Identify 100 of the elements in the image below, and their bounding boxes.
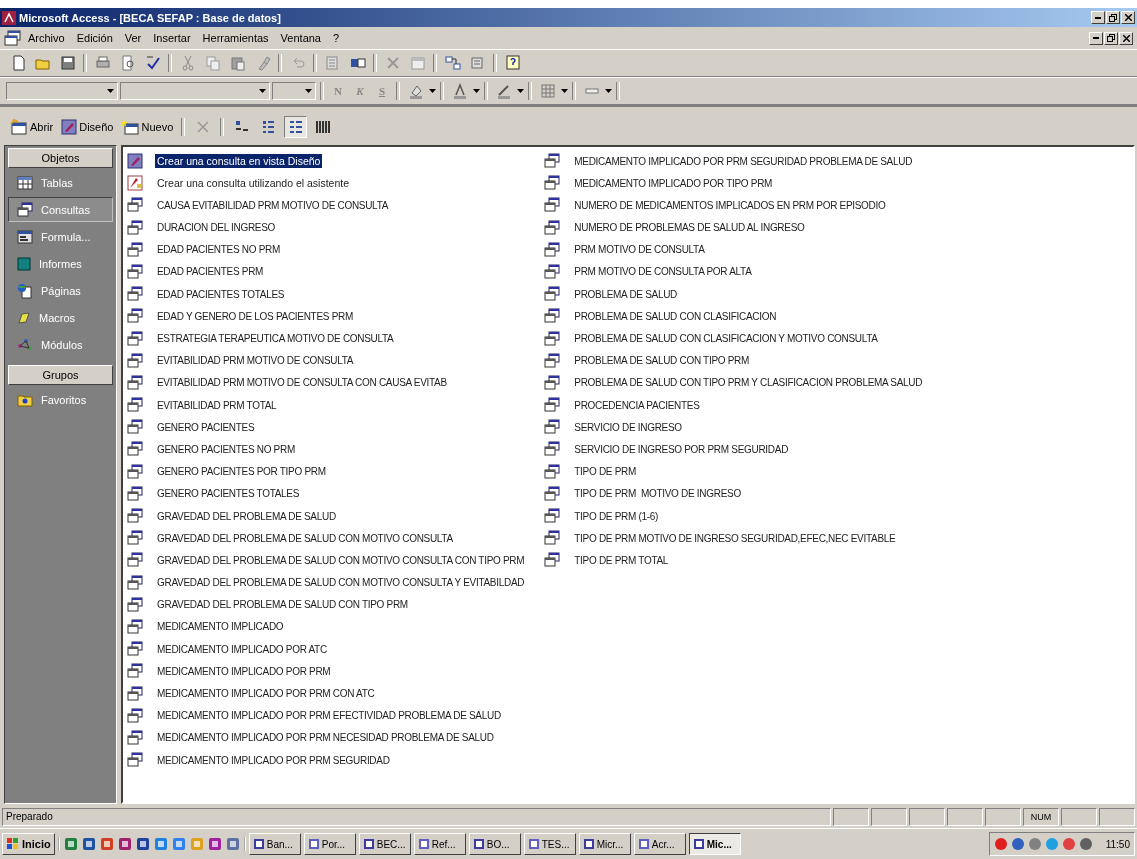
start-button[interactable]: Inicio: [2, 833, 55, 855]
group-header[interactable]: Grupos: [8, 365, 113, 385]
list-item[interactable]: MEDICAMENTO IMPLICADO POR PRM EFECTIVIDAD PROBLEMA DE SALUD: [155, 709, 503, 723]
group-header[interactable]: Objetos: [8, 148, 113, 168]
quick-launch-icon[interactable]: [225, 837, 240, 851]
list-item[interactable]: PROBLEMA DE SALUD: [572, 287, 679, 301]
taskbar-button[interactable]: Ban...: [248, 833, 301, 855]
restore-button[interactable]: [1106, 11, 1120, 24]
list-item[interactable]: PROBLEMA DE SALUD CON CLASIFICACION Y MOTIVO CONSULTA: [572, 332, 880, 345]
list-item[interactable]: PROCEDENCIA PACIENTES: [572, 398, 702, 412]
taskbar-button[interactable]: Por...: [303, 833, 356, 855]
toolbar-button[interactable]: Nuevo: [119, 117, 176, 137]
list-item[interactable]: PRM MOTIVO DE CONSULTA POR ALTA: [572, 265, 754, 279]
list-item[interactable]: EVITABILIDAD PRM MOTIVO DE CONSULTA CON CAUSA EVITAB: [155, 376, 449, 390]
menu-item[interactable]: Edición: [70, 30, 119, 46]
list-item[interactable]: MEDICAMENTO IMPLICADO POR PRM SEGURIDAD PROBLEMA DE SALUD: [572, 154, 915, 168]
toolbar-button[interactable]: Abrir: [8, 117, 56, 137]
list-item[interactable]: GENERO PACIENTES NO PRM: [155, 442, 297, 456]
sidebar-item[interactable]: Páginas: [8, 278, 113, 303]
quick-launch-icon[interactable]: [153, 837, 168, 851]
toolbar-button[interactable]: Diseño: [59, 117, 116, 137]
list-item[interactable]: TIPO DE PRM TOTAL: [572, 553, 671, 567]
sidebar-item[interactable]: Macros: [8, 305, 113, 330]
list-item[interactable]: MEDICAMENTO IMPLICADO POR ATC: [155, 642, 329, 656]
list-item[interactable]: GRAVEDAD DEL PROBLEMA DE SALUD: [155, 509, 338, 523]
list-item[interactable]: GENERO PACIENTES TOTALES: [155, 487, 302, 501]
list-item[interactable]: SERVICIO DE INGRESO POR PRM SEGURIDAD: [572, 442, 791, 456]
list-item[interactable]: NUMERO DE PROBLEMAS DE SALUD AL INGRESO: [572, 221, 807, 235]
list-item[interactable]: GRAVEDAD DEL PROBLEMA DE SALUD CON MOTIVO CONSULTA: [155, 531, 455, 545]
tray-icon[interactable]: [1061, 837, 1076, 851]
view-button[interactable]: [284, 116, 308, 138]
list-item[interactable]: TIPO DE PRM MOTIVO DE INGRESO: [572, 487, 743, 501]
minimize-button[interactable]: [1091, 11, 1105, 24]
list-item[interactable]: SERVICIO DE INGRESO: [572, 420, 684, 434]
list-item[interactable]: PROBLEMA DE SALUD CON TIPO PRM Y CLASIFICACION PROBLEMA SALUD: [572, 376, 925, 390]
sidebar-item[interactable]: Tablas: [8, 170, 113, 195]
taskbar-button[interactable]: Ref...: [413, 833, 466, 855]
taskbar-button[interactable]: Acr...: [633, 833, 686, 855]
list-item[interactable]: MEDICAMENTO IMPLICADO POR TIPO PRM: [572, 176, 775, 190]
list-item[interactable]: PROBLEMA DE SALUD CON TIPO PRM: [572, 354, 752, 368]
taskbar-button[interactable]: BO...: [468, 833, 521, 855]
list-item[interactable]: GRAVEDAD DEL PROBLEMA DE SALUD CON MOTIVO CONSULTA Y EVITABILDAD: [155, 576, 527, 590]
list-item[interactable]: EDAD Y GENERO DE LOS PACIENTES PRM: [155, 309, 355, 323]
sidebar-item[interactable]: Informes: [8, 251, 113, 276]
tray-icon[interactable]: [993, 837, 1008, 851]
quick-launch-icon[interactable]: [207, 837, 222, 851]
list-item[interactable]: PRM MOTIVO DE CONSULTA: [572, 243, 707, 257]
list-item[interactable]: NUMERO DE MEDICAMENTOS IMPLICADOS EN PRM POR EPISODIO: [572, 198, 888, 212]
object-combo[interactable]: [6, 82, 118, 100]
list-item[interactable]: TIPO DE PRM (1-6): [572, 509, 661, 523]
restore-button[interactable]: [1104, 31, 1118, 45]
tray-icon[interactable]: [1027, 837, 1042, 851]
list-item[interactable]: GENERO PACIENTES POR TIPO PRM: [155, 465, 328, 479]
list-item[interactable]: EDAD PACIENTES NO PRM: [155, 243, 282, 257]
close-button[interactable]: [1119, 31, 1133, 45]
menu-item[interactable]: ?: [327, 30, 346, 46]
taskbar-button[interactable]: TES...: [523, 833, 576, 855]
minimize-button[interactable]: [1089, 31, 1103, 45]
font-size-combo[interactable]: [272, 82, 316, 100]
taskbar-button[interactable]: BEC...: [358, 833, 411, 855]
list-item[interactable]: MEDICAMENTO IMPLICADO: [155, 620, 286, 634]
sidebar-item[interactable]: Módulos: [8, 332, 113, 357]
menu-item[interactable]: Archivo: [22, 30, 71, 46]
list-item[interactable]: Crear una consulta utilizando el asistente: [155, 176, 352, 191]
close-button[interactable]: [1121, 11, 1135, 24]
list-item[interactable]: GRAVEDAD DEL PROBLEMA DE SALUD CON MOTIVO CONSULTA CON TIPO PRM: [155, 553, 527, 567]
list-item[interactable]: GENERO PACIENTES: [155, 420, 257, 434]
list-item[interactable]: GRAVEDAD DEL PROBLEMA DE SALUD CON TIPO PRM: [155, 598, 410, 612]
quick-launch-icon[interactable]: [63, 837, 78, 851]
quick-launch-icon[interactable]: [81, 837, 96, 851]
quick-launch-icon[interactable]: [117, 837, 132, 851]
taskbar-button[interactable]: Mic...: [688, 833, 741, 855]
list-item[interactable]: ESTRATEGIA TERAPEUTICA MOTIVO DE CONSULTA: [155, 332, 396, 345]
taskbar-button[interactable]: Micr...: [578, 833, 631, 855]
list-item[interactable]: EDAD PACIENTES PRM: [155, 265, 266, 279]
sidebar-item[interactable]: Formula...: [8, 224, 113, 249]
list-item[interactable]: MEDICAMENTO IMPLICADO POR PRM: [155, 664, 333, 678]
quick-launch-icon[interactable]: [135, 837, 150, 851]
menu-item[interactable]: Ver: [118, 30, 148, 46]
list-item[interactable]: TIPO DE PRM: [572, 465, 638, 479]
list-item[interactable]: EVITABILIDAD PRM MOTIVO DE CONSULTA: [155, 354, 356, 368]
menu-item[interactable]: Insertar: [147, 30, 197, 46]
menu-item[interactable]: Ventana: [274, 30, 327, 46]
list-item[interactable]: CAUSA EVITABILIDAD PRM MOTIVO DE CONSULTA: [155, 198, 391, 212]
list-item[interactable]: MEDICAMENTO IMPLICADO POR PRM CON ATC: [155, 687, 377, 700]
list-item[interactable]: Crear una consulta en vista Diseño: [155, 154, 323, 168]
list-item[interactable]: TIPO DE PRM MOTIVO DE INGRESO SEGURIDAD,EFEC,NEC EVITABLE: [572, 531, 898, 545]
list-item[interactable]: MEDICAMENTO IMPLICADO POR PRM SEGURIDAD: [155, 753, 392, 767]
quick-launch-icon[interactable]: [99, 837, 114, 851]
list-item[interactable]: EDAD PACIENTES TOTALES: [155, 287, 287, 301]
list-item[interactable]: MEDICAMENTO IMPLICADO POR PRM NECESIDAD PROBLEMA DE SALUD: [155, 731, 496, 745]
quick-launch-icon[interactable]: [171, 837, 186, 851]
menu-item[interactable]: Herramientas: [196, 30, 275, 46]
sidebar-item[interactable]: Favoritos: [8, 387, 113, 412]
tray-icon[interactable]: [1078, 837, 1093, 851]
list-item[interactable]: EVITABILIDAD PRM TOTAL: [155, 398, 279, 412]
list-item[interactable]: DURACION DEL INGRESO: [155, 221, 278, 235]
font-combo[interactable]: [120, 82, 270, 100]
tray-icon[interactable]: [1010, 837, 1025, 851]
list-item[interactable]: PROBLEMA DE SALUD CON CLASIFICACION: [572, 309, 779, 323]
